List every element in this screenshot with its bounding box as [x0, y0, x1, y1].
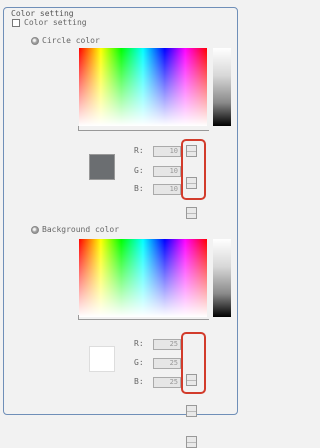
background-g-input[interactable]: 25 — [153, 358, 181, 369]
circle-color-label: Circle color — [42, 36, 100, 45]
circle-color-palette[interactable] — [79, 48, 207, 126]
background-color-palette[interactable] — [79, 239, 207, 317]
color-setting-label: Color setting — [24, 18, 87, 27]
background-r-input[interactable]: 25 — [153, 339, 181, 350]
color-setting-checkbox[interactable] — [12, 19, 20, 27]
circle-g-input[interactable]: 10 — [153, 166, 181, 177]
circle-color-swatch — [89, 154, 115, 180]
background-g-spinner[interactable] — [186, 405, 197, 417]
background-b-input[interactable]: 25 — [153, 377, 181, 388]
background-spinner-highlight — [181, 332, 206, 394]
palette-axis — [79, 130, 209, 131]
background-color-swatch — [89, 346, 115, 372]
background-color-label: Background color — [42, 225, 120, 234]
circle-g-label: G: — [134, 166, 144, 175]
palette-axis — [79, 319, 209, 320]
background-b-label: B: — [134, 377, 144, 386]
circle-r-input[interactable]: 10 — [153, 146, 181, 157]
group-title: Color setting — [9, 9, 76, 18]
palette-axis-tick — [78, 126, 79, 131]
background-b-spinner[interactable] — [186, 436, 197, 448]
palette-axis-tick — [78, 315, 79, 320]
circle-b-label: B: — [134, 184, 144, 193]
background-g-label: G: — [134, 358, 144, 367]
circle-luminance-bar[interactable] — [213, 48, 231, 126]
background-color-radio[interactable] — [31, 226, 39, 234]
circle-r-label: R: — [134, 146, 144, 155]
circle-color-radio[interactable] — [31, 37, 39, 45]
circle-spinner-highlight — [181, 139, 206, 200]
background-r-label: R: — [134, 339, 144, 348]
background-luminance-bar[interactable] — [213, 239, 231, 317]
circle-b-spinner[interactable] — [186, 207, 197, 219]
circle-b-input[interactable]: 10 — [153, 184, 181, 195]
